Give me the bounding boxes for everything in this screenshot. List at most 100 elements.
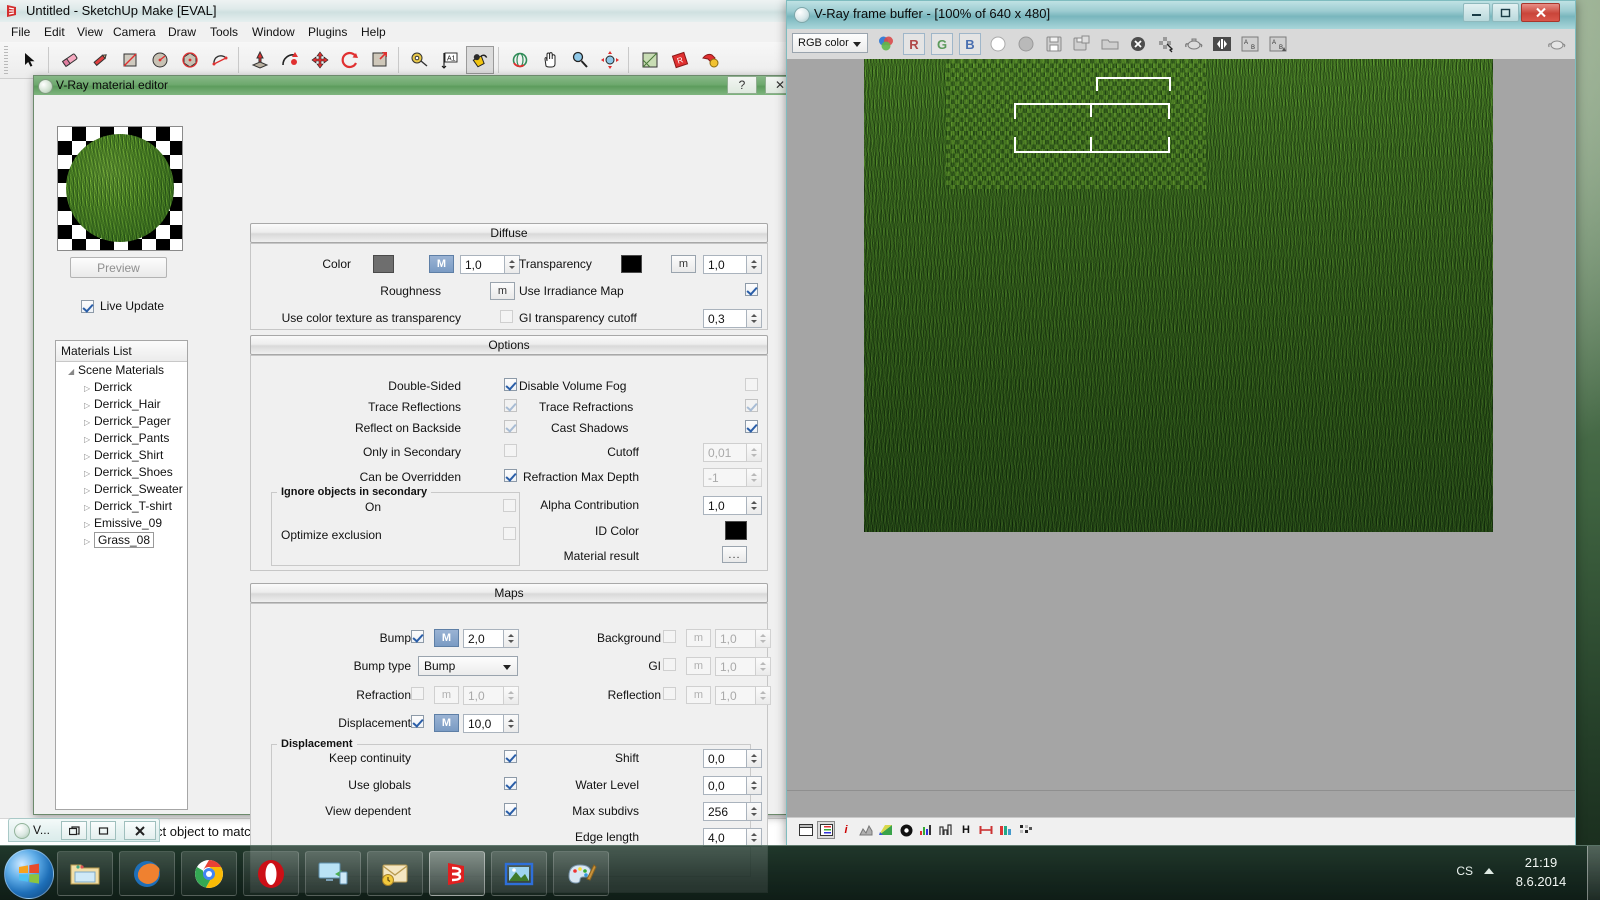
material-item-derrick-shirt[interactable]: ▷ Derrick_Shirt bbox=[56, 447, 187, 464]
color-corrections-icon[interactable] bbox=[817, 821, 835, 839]
bump-amount[interactable]: 2,0 bbox=[463, 629, 504, 648]
menu-file[interactable]: File bbox=[4, 25, 37, 40]
water-level-spinner[interactable] bbox=[747, 776, 762, 795]
tool-pushpull[interactable] bbox=[246, 46, 274, 74]
bump-checkbox[interactable] bbox=[411, 630, 424, 643]
ab-vertical-icon[interactable]: AB bbox=[1267, 33, 1289, 55]
levels-icon[interactable] bbox=[977, 821, 995, 839]
materials-tree[interactable]: ◢ Scene Materials ▷ Derrick ▷ Derrick_Hair … bbox=[56, 362, 187, 809]
color-balance-icon[interactable] bbox=[877, 821, 895, 839]
close-button[interactable] bbox=[124, 821, 156, 840]
material-item-emissive-09[interactable]: ▷ Emissive_09 bbox=[56, 515, 187, 532]
pixel-icon[interactable] bbox=[1017, 821, 1035, 839]
background-map-button[interactable]: m bbox=[686, 629, 711, 647]
expand-arrow-icon[interactable]: ▷ bbox=[84, 499, 94, 516]
diffuse-color-amount[interactable]: 1,0 bbox=[460, 255, 505, 274]
folder-open-icon[interactable] bbox=[1099, 33, 1121, 55]
tool-eraser[interactable] bbox=[56, 46, 84, 74]
gi-transparency-cutoff-spinner[interactable] bbox=[747, 309, 762, 328]
materials-list-panel[interactable]: Materials List ◢ Scene Materials ▷ Derrick… bbox=[55, 340, 188, 810]
displacement-amount-spinner[interactable] bbox=[504, 714, 519, 733]
refraction-checkbox[interactable] bbox=[411, 687, 424, 700]
displacement-checkbox[interactable] bbox=[411, 715, 424, 728]
restore-button[interactable] bbox=[61, 821, 87, 840]
material-editor-titlebar[interactable]: V-Ray material editor bbox=[34, 76, 787, 96]
teapot-icon[interactable] bbox=[1183, 33, 1205, 55]
lut-icon[interactable] bbox=[937, 821, 955, 839]
use-color-texture-as-transparency-checkbox[interactable] bbox=[500, 310, 513, 323]
menu-window[interactable]: Window bbox=[245, 25, 302, 40]
displacement-map-button[interactable]: M bbox=[434, 714, 459, 732]
expand-arrow-icon[interactable]: ▷ bbox=[84, 516, 94, 533]
expand-arrow-icon[interactable]: ▷ bbox=[84, 397, 94, 414]
chevron-down-icon[interactable] bbox=[503, 665, 511, 670]
ignore-on-checkbox[interactable] bbox=[503, 499, 516, 512]
material-item-derrick-hair[interactable]: ▷ Derrick_Hair bbox=[56, 396, 187, 413]
menu-view[interactable]: View bbox=[70, 25, 110, 40]
chevron-down-icon[interactable] bbox=[853, 42, 861, 47]
color-wheel-icon[interactable] bbox=[875, 33, 897, 55]
ab-horizontal-icon[interactable]: AB bbox=[1239, 33, 1261, 55]
frame-buffer-titlebar[interactable]: V-Ray frame buffer - [100% of 640 x 480] bbox=[787, 1, 1575, 30]
transparency-map-button[interactable]: m bbox=[671, 255, 696, 273]
reflection-map-button[interactable]: m bbox=[686, 686, 711, 704]
id-color-swatch[interactable] bbox=[725, 521, 747, 540]
info-icon[interactable]: i bbox=[837, 821, 855, 839]
cutoff-value[interactable]: 0,01 bbox=[703, 443, 747, 462]
tool-orbit[interactable] bbox=[506, 46, 534, 74]
diffuse-color-amount-spinner[interactable] bbox=[505, 255, 520, 274]
maximize-button[interactable] bbox=[1492, 3, 1519, 22]
taskbar-firefox[interactable] bbox=[119, 851, 175, 896]
refraction-max-depth-spinner[interactable] bbox=[747, 468, 762, 487]
bump-type-combo[interactable]: Bump bbox=[418, 656, 518, 676]
cutoff-spinner[interactable] bbox=[747, 443, 762, 462]
material-item-derrick-pager[interactable]: ▷ Derrick_Pager bbox=[56, 413, 187, 430]
material-item-derrick-pants[interactable]: ▷ Derrick_Pants bbox=[56, 430, 187, 447]
taskbar-opera[interactable] bbox=[243, 851, 299, 896]
tool-vray-render[interactable]: R bbox=[666, 46, 694, 74]
tool-follow-me[interactable] bbox=[276, 46, 304, 74]
tool-move[interactable] bbox=[306, 46, 334, 74]
water-level-value[interactable]: 0,0 bbox=[703, 776, 747, 795]
tool-paint-bucket[interactable] bbox=[466, 46, 494, 74]
tool-vray-materials[interactable] bbox=[696, 46, 724, 74]
tray-show-hidden-icons-arrow[interactable] bbox=[1484, 868, 1494, 874]
save-all-icon[interactable] bbox=[1071, 33, 1093, 55]
use-globals-checkbox[interactable] bbox=[504, 777, 517, 790]
taskbar-sketchup[interactable] bbox=[429, 851, 485, 896]
optimize-exclusion-checkbox[interactable] bbox=[503, 527, 516, 540]
tool-tape-measure[interactable] bbox=[406, 46, 434, 74]
reflection-amount-spinner[interactable] bbox=[756, 686, 771, 705]
menu-draw[interactable]: Draw bbox=[161, 25, 203, 40]
frame-stamp-icon[interactable] bbox=[797, 821, 815, 839]
expand-arrow-icon[interactable]: ▷ bbox=[84, 431, 94, 448]
tool-zoom-extents[interactable] bbox=[596, 46, 624, 74]
exposure-icon[interactable] bbox=[897, 821, 915, 839]
menu-edit[interactable]: Edit bbox=[37, 25, 72, 40]
section-header-diffuse[interactable]: Diffuse bbox=[250, 223, 768, 243]
gi-checkbox[interactable] bbox=[663, 658, 676, 671]
refraction-amount[interactable]: 1,0 bbox=[463, 686, 504, 705]
gi-map-button[interactable]: m bbox=[686, 657, 711, 675]
lights-icon[interactable] bbox=[997, 821, 1015, 839]
minimized-vray-window[interactable]: V... bbox=[8, 818, 160, 842]
taskbar-remote-desktop[interactable] bbox=[305, 851, 361, 896]
diffuse-color-map-button[interactable]: M bbox=[429, 255, 454, 273]
view-dependent-checkbox[interactable] bbox=[504, 803, 517, 816]
double-sided-checkbox[interactable] bbox=[504, 378, 517, 391]
trace-refractions-checkbox[interactable] bbox=[745, 399, 758, 412]
menu-camera[interactable]: Camera bbox=[106, 25, 163, 40]
tool-text[interactable]: A1 bbox=[436, 46, 464, 74]
transparency-color-swatch[interactable] bbox=[621, 255, 642, 273]
ab-swap-icon[interactable] bbox=[1211, 33, 1233, 55]
menu-help[interactable]: Help bbox=[354, 25, 393, 40]
bump-amount-spinner[interactable] bbox=[504, 629, 519, 648]
taskbar-paint[interactable] bbox=[553, 851, 609, 896]
rendered-image[interactable] bbox=[864, 59, 1493, 532]
region-render-icon[interactable] bbox=[1155, 33, 1177, 55]
collapse-arrow-icon[interactable]: ◢ bbox=[68, 363, 78, 380]
channel-b-button[interactable]: B bbox=[959, 33, 981, 55]
material-item-derrick-tshirt[interactable]: ▷ Derrick_T-shirt bbox=[56, 498, 187, 515]
background-amount-spinner[interactable] bbox=[756, 629, 771, 648]
tool-polygon[interactable] bbox=[176, 46, 204, 74]
